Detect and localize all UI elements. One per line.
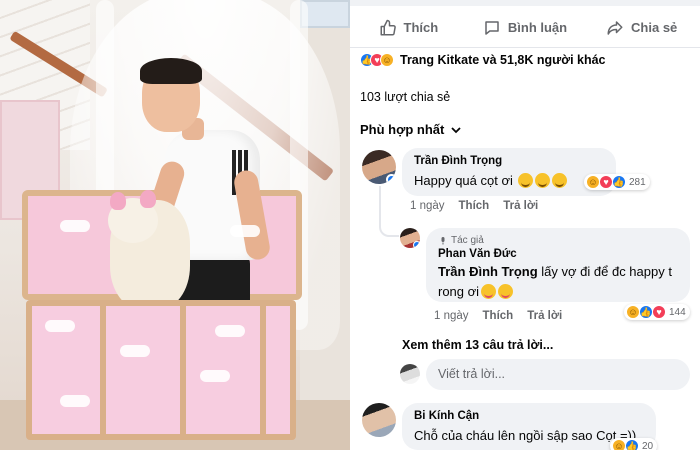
- avatar[interactable]: [362, 403, 396, 437]
- thread-connector: [379, 215, 399, 237]
- view-more-replies-link[interactable]: Xem thêm 13 câu trả lời...: [402, 338, 553, 352]
- reactions-summary[interactable]: 👍 ♥ ☺ Trang Kitkate và 51,8K người khác: [360, 53, 606, 67]
- shares-count[interactable]: 103 lượt chia sẻ: [360, 90, 450, 104]
- haha-reaction-icon: ☺: [626, 305, 640, 319]
- crib-slat: [260, 300, 266, 440]
- tongue-emoji-icon: [481, 284, 497, 299]
- reply-input[interactable]: [438, 367, 678, 381]
- hair: [140, 58, 202, 84]
- cloud-print: [120, 345, 150, 357]
- comment-time[interactable]: 1 ngày: [410, 200, 445, 212]
- haha-reaction-icon: ☺: [586, 175, 600, 189]
- comment-time[interactable]: 1 ngày: [434, 310, 469, 322]
- comment-text: Happy quá cọt ơi: [414, 173, 568, 188]
- sort-label: Phù hợp nhất: [360, 122, 445, 137]
- smile-emoji-icon: [518, 173, 534, 188]
- like-button[interactable]: Thích: [350, 19, 467, 37]
- reaction-count: 281: [629, 176, 646, 188]
- comment-label: Bình luận: [507, 20, 568, 35]
- comment-reply-link[interactable]: Trả lời: [503, 200, 538, 212]
- comment-button[interactable]: Bình luận: [467, 19, 584, 37]
- cloud-print: [45, 320, 75, 332]
- love-reaction-icon: ♥: [599, 175, 613, 189]
- comment-reactions[interactable]: ☺ 👍 ♥ 144: [624, 304, 690, 320]
- avatar[interactable]: [362, 150, 396, 184]
- comment-meta: 1 ngày Thích Trả lời: [410, 200, 538, 212]
- comment-reactions[interactable]: ☺ 👍 20: [610, 438, 658, 450]
- comment-author[interactable]: Trần Đình Trọng: [414, 155, 604, 167]
- comment-author[interactable]: Bi Kính Cận: [414, 410, 644, 422]
- reaction-count: 20: [642, 440, 654, 450]
- author-tag: Tác giả: [438, 235, 678, 246]
- microphone-icon: [441, 236, 445, 244]
- smile-emoji-icon: [535, 173, 551, 188]
- plush-toy-ear: [110, 192, 126, 210]
- like-reaction-icon: 👍: [612, 175, 626, 189]
- cloud-print: [230, 225, 260, 237]
- cloud-print: [60, 220, 90, 232]
- haha-reaction-icon: ☺: [612, 439, 626, 450]
- thread-line: [379, 186, 381, 216]
- share-label: Chia sẻ: [631, 20, 678, 35]
- comment-text: Chỗ của cháu lên ngồi sập sao Cọt =)): [414, 428, 637, 443]
- like-reaction-icon: 👍: [625, 439, 639, 450]
- thumbs-up-icon: [380, 19, 396, 35]
- comment-bubble: Trần Đình Trọng Happy quá cọt ơi: [402, 148, 616, 196]
- reaction-icons: 👍 ♥ ☺: [360, 53, 394, 67]
- comment-meta: 1 ngày Thích Trả lời: [434, 310, 562, 322]
- verified-badge-icon: [413, 241, 420, 248]
- share-arrow-icon: [607, 20, 623, 35]
- post-photo[interactable]: [0, 0, 350, 450]
- like-reaction-icon: 👍: [639, 305, 653, 319]
- cloud-print: [60, 395, 90, 407]
- crib-slat: [180, 300, 186, 440]
- comment-sort-dropdown[interactable]: Phù hợp nhất: [360, 122, 462, 137]
- reactions-text: Trang Kitkate và 51,8K người khác: [400, 53, 606, 67]
- mention-link[interactable]: Trần Đình Trọng: [438, 264, 538, 279]
- comment-like-link[interactable]: Thích: [483, 310, 514, 322]
- post-action-bar: Thích Bình luận Chia sẻ: [350, 8, 700, 48]
- verified-badge-icon: [386, 174, 396, 184]
- reply-bubble: Tác giả Phan Văn Đức Trần Đình Trọng lấy…: [426, 228, 690, 302]
- cloud-print: [200, 370, 230, 382]
- care-reaction-icon: ☺: [380, 53, 394, 67]
- comment-reply-link[interactable]: Trả lời: [527, 310, 562, 322]
- crib-slat: [100, 300, 106, 440]
- like-label: Thích: [403, 20, 439, 35]
- comment-icon: [485, 20, 499, 35]
- current-user-avatar: [400, 364, 420, 384]
- comment-text-content: Happy quá cọt ơi: [414, 173, 513, 188]
- comment-text: Trần Đình Trọng lấy vợ đi để đc happy t …: [438, 264, 672, 299]
- comments-panel: Thích Bình luận Chia sẻ 👍 ♥ ☺ Trang Kitk…: [350, 0, 700, 450]
- cloud-print: [215, 325, 245, 337]
- avatar[interactable]: [400, 228, 420, 248]
- comment-author[interactable]: Phan Văn Đức: [438, 248, 678, 260]
- divider: [350, 0, 700, 6]
- love-reaction-icon: ♥: [652, 305, 666, 319]
- chevron-down-icon: [451, 126, 461, 133]
- author-tag-label: Tác giả: [451, 235, 484, 246]
- reply-input-box[interactable]: [426, 359, 690, 390]
- plush-toy-ear: [140, 190, 156, 208]
- smile-emoji-icon: [552, 173, 568, 188]
- share-button[interactable]: Chia sẻ: [583, 19, 700, 37]
- comment-reactions[interactable]: ☺ ♥ 👍 281: [584, 174, 650, 190]
- reaction-count: 144: [669, 306, 686, 318]
- comment-like-link[interactable]: Thích: [459, 200, 490, 212]
- tongue-emoji-icon: [498, 284, 514, 299]
